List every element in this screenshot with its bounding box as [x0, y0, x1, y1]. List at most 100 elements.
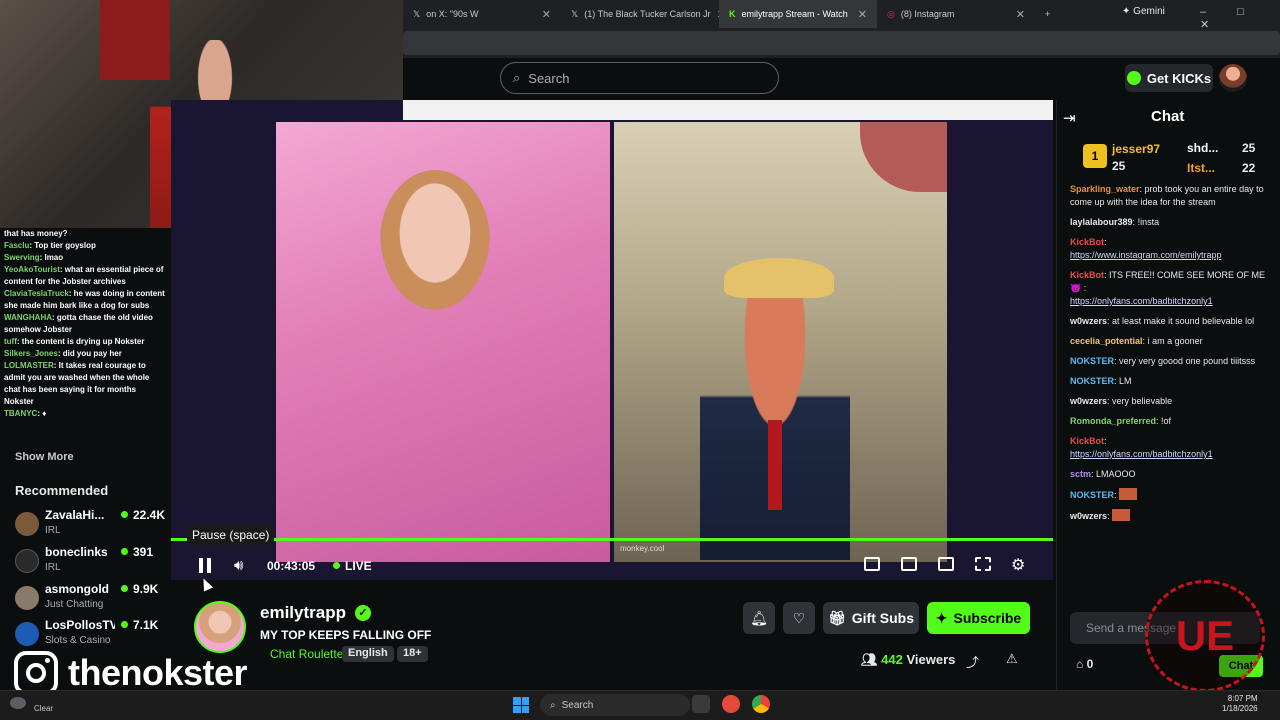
- star-icon: ✦: [935, 609, 948, 626]
- viewer-count: 9.9K: [121, 582, 158, 596]
- streamer-name[interactable]: emilytrapp: [260, 603, 346, 623]
- settings-gear-icon[interactable]: ⚙: [1011, 555, 1025, 575]
- emote-icon: [1112, 509, 1131, 521]
- channel-avatar: [15, 622, 39, 646]
- search-input[interactable]: ⌕ Search: [500, 62, 779, 94]
- recommended-channel[interactable]: ZavalaHi... IRL 22.4K: [15, 508, 165, 544]
- overlay-chat-line: TBANYC: ♦: [4, 409, 47, 418]
- points-icon: ⌂: [1076, 657, 1084, 671]
- puppet-hair: [724, 258, 834, 298]
- overlay-chat-line: WANGHAHA: gotta chase the old video some…: [4, 313, 153, 334]
- overlay-chat: that has money? Fasclu: Top tier goyslop…: [0, 228, 170, 450]
- ue-logo-overlay: UE: [1145, 580, 1265, 692]
- collapse-chat-icon[interactable]: ⇥: [1063, 109, 1076, 127]
- overlay-chat-line: Swerving: lmao: [4, 253, 64, 262]
- kick-coin-icon: [1126, 71, 1141, 85]
- progress-fill: [171, 538, 1053, 541]
- taskbar-search[interactable]: ⌕ Search: [540, 694, 690, 716]
- people-icon: 👥︎: [861, 652, 878, 667]
- file-explorer-icon[interactable]: [692, 695, 710, 713]
- recommended-channel[interactable]: boneclinks IRL 391: [15, 545, 160, 581]
- pip-icon[interactable]: [901, 557, 917, 571]
- chat-message: KickBot: ITS FREE!! COME SEE MORE OF ME …: [1070, 270, 1266, 306]
- browser-tabs: 𝕏on X: "90s W ✕ 𝕏 (1) The Black Tucker Car…: [403, 0, 1065, 28]
- close-icon[interactable]: ✕: [1016, 8, 1025, 21]
- browser-tab[interactable]: ◎ (8) Instagram ✕: [877, 0, 1035, 28]
- puppet-figure: [700, 260, 850, 560]
- clip-icon[interactable]: [864, 557, 880, 571]
- streamer-avatar[interactable]: [194, 601, 246, 653]
- windows-start-icon[interactable]: [513, 697, 529, 713]
- instagram-handle: thenokster: [68, 652, 248, 693]
- system-clock: 8:07 PM 1/18/2026: [1222, 694, 1258, 713]
- first-place-badge-icon: 1: [1083, 144, 1107, 168]
- wall-flag: [100, 0, 170, 80]
- overlay-watermark: monkey.cool: [620, 544, 665, 553]
- fullscreen-icon[interactable]: [975, 557, 991, 571]
- x-logo-icon: 𝕏: [413, 8, 421, 19]
- report-icon[interactable]: ⚠: [1006, 651, 1018, 667]
- weather-icon: [10, 697, 26, 709]
- tag-pill[interactable]: English: [342, 646, 394, 662]
- gift-subs-button[interactable]: 🎁︎ Gift Subs: [823, 602, 919, 634]
- viewer-count: 22.4K: [121, 508, 165, 522]
- close-icon[interactable]: ✕: [858, 8, 867, 21]
- search-icon: ⌕: [513, 70, 521, 85]
- channel-points[interactable]: ⌂ 0: [1076, 657, 1093, 671]
- category-link[interactable]: Chat Roulette: [270, 647, 343, 661]
- channel-avatar: [15, 512, 39, 536]
- chat-message: NOKSTER: LM: [1070, 376, 1132, 386]
- chat-message: KickBot: https://www.instagram.com/emilyt…: [1070, 237, 1222, 260]
- browser-tab[interactable]: 𝕏on X: "90s W ✕: [403, 0, 561, 28]
- heart-icon: ♡: [792, 609, 806, 626]
- browser-tab[interactable]: 𝕏(1) The Black Tucker Carlson Jr✕: [561, 0, 719, 28]
- x-logo-icon: 𝕏: [571, 8, 579, 19]
- weather-label: Clear: [34, 704, 54, 713]
- channel-avatar: [15, 549, 39, 573]
- volume-icon[interactable]: 🔊︎: [234, 557, 243, 574]
- overlay-chat-line: that has money?: [4, 229, 68, 238]
- close-icon[interactable]: ✕: [542, 8, 551, 21]
- bell-icon: 🔔︎: [750, 609, 768, 626]
- user-avatar[interactable]: [1219, 64, 1247, 92]
- overlay-chat-line: LOLMASTER: It takes real courage to admi…: [4, 361, 150, 406]
- browser-tab-active[interactable]: Kemilytrapp Stream - Watch ✕: [719, 0, 877, 28]
- chat-messages: Sparkling_water: prob took you an entire…: [1070, 183, 1268, 583]
- chat-message: KickBot: https://onlyfans.com/badbitchzon…: [1070, 436, 1213, 459]
- share-icon[interactable]: ⤴: [966, 652, 979, 671]
- chat-message: w0wzers: at least make it sound believab…: [1070, 316, 1255, 326]
- new-tab-button[interactable]: +: [1035, 0, 1065, 28]
- overlay-chat-line: Fasclu: Top tier goyslop: [4, 241, 96, 250]
- pause-button[interactable]: [197, 558, 213, 574]
- puppet-tie: [768, 420, 782, 510]
- show-more-link[interactable]: Show More: [15, 451, 74, 463]
- overlay-chat-line: ClaviaTeslaTruck: he was doing in conten…: [4, 289, 165, 310]
- notification-bell-button[interactable]: 🔔︎: [743, 602, 775, 634]
- chat-message: NOKSTER:: [1070, 488, 1268, 502]
- chrome-icon[interactable]: [752, 695, 770, 713]
- streamer-face: [380, 170, 490, 310]
- kick-logo-icon: K: [729, 9, 736, 19]
- app-icon[interactable]: [722, 695, 740, 713]
- follow-button[interactable]: ♡: [783, 602, 815, 634]
- window-controls[interactable]: – □ ✕: [1200, 6, 1280, 31]
- recommended-channel[interactable]: asmongold Just Chatting 9.9K: [15, 582, 160, 618]
- theater-mode-icon[interactable]: [938, 557, 954, 571]
- instagram-icon: [14, 651, 58, 695]
- gift-icon: 🎁︎: [827, 609, 846, 626]
- chat-message: w0wzers:: [1070, 509, 1268, 523]
- subscribe-button[interactable]: ✦ Subscribe: [927, 602, 1030, 634]
- get-kicks-button[interactable]: Get KICKs: [1125, 64, 1213, 92]
- stream-title: MY TOP KEEPS FALLING OFF: [260, 628, 432, 642]
- emote-icon: [1119, 488, 1138, 500]
- address-bar[interactable]: [403, 31, 1280, 55]
- gift-leaderboard: 1 jesser97 25 shd... 25 Itst... 22: [1083, 140, 1263, 180]
- chat-message: w0wzers: very believable: [1070, 396, 1173, 406]
- chat-message: NOKSTER: very very goood one pound tiiit…: [1070, 356, 1256, 366]
- live-indicator: LIVE: [333, 559, 372, 573]
- gemini-button[interactable]: ✦ Gemini: [1122, 6, 1165, 17]
- recommended-title: Recommended: [15, 483, 109, 498]
- viewer-count: 391: [121, 545, 153, 559]
- tag-pill[interactable]: 18+: [397, 646, 428, 662]
- chat-message: cecelia_potential: i am a gooner: [1070, 336, 1203, 346]
